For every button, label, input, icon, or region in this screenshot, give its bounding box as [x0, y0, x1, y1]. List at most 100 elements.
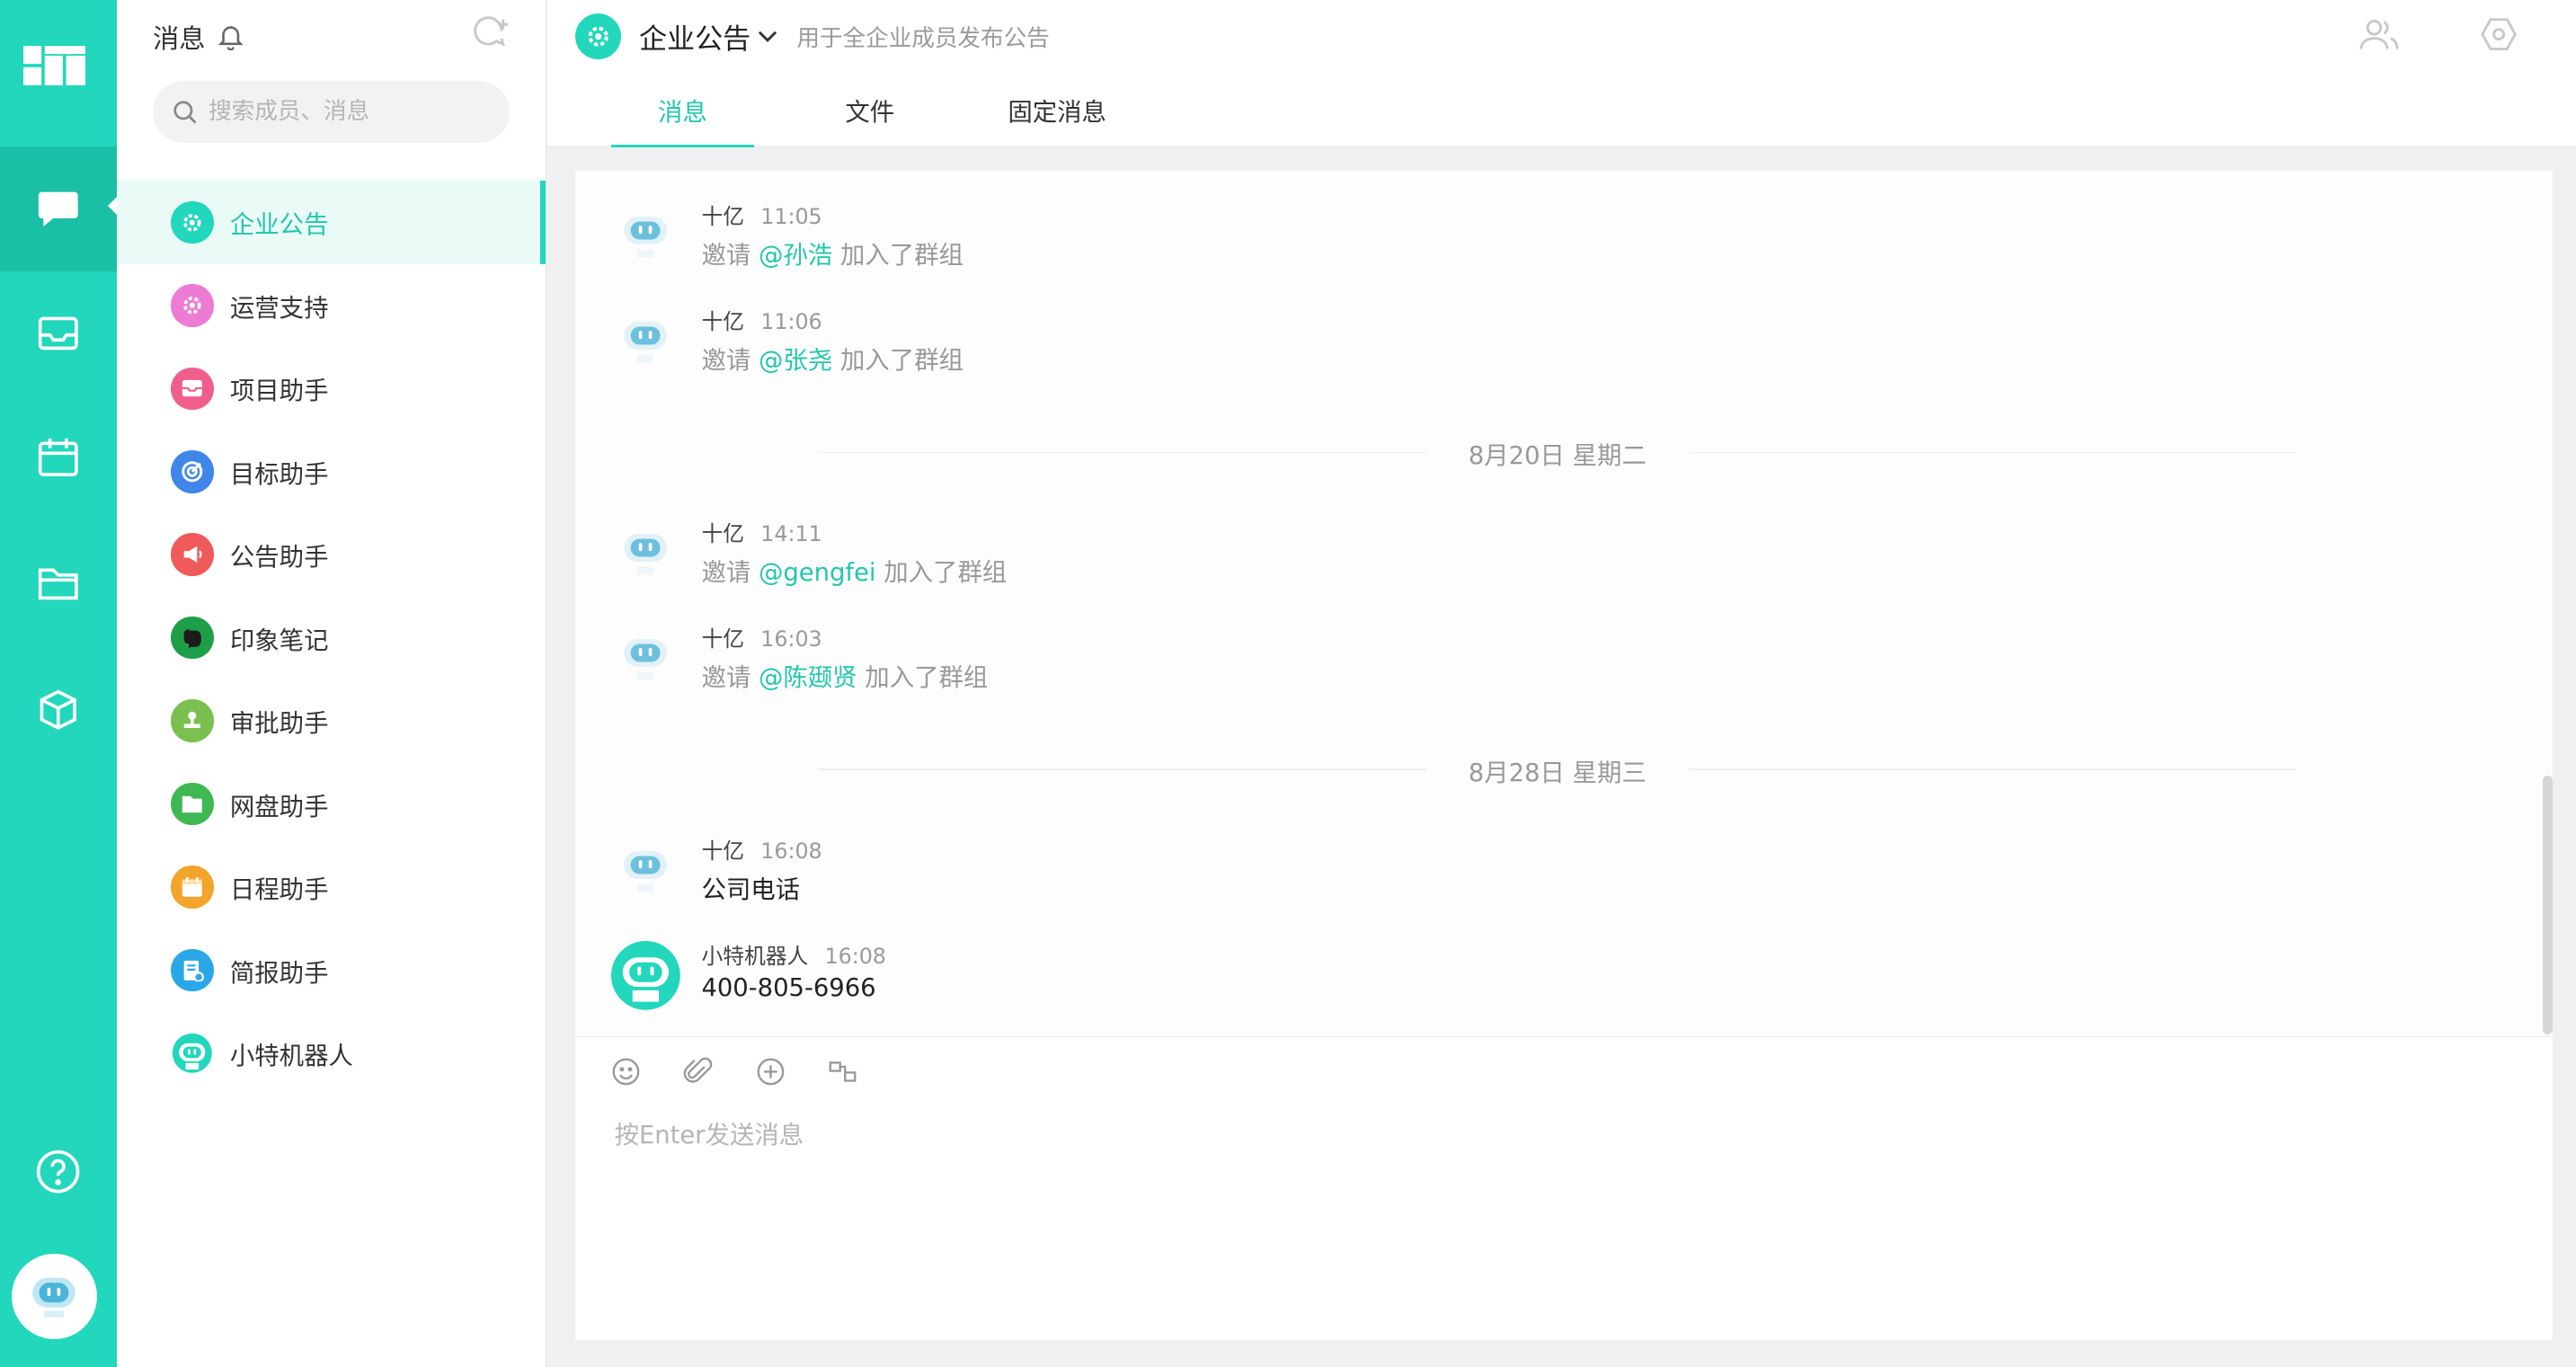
screenshot-icon[interactable] — [828, 1057, 857, 1087]
app-logo-icon[interactable] — [22, 46, 86, 95]
tab-files[interactable]: 文件 — [798, 75, 941, 147]
message-suffix: 加入了群组 — [832, 242, 964, 271]
message-time: 16:08 — [824, 943, 886, 969]
message-input[interactable] — [610, 1111, 2508, 1316]
search-icon — [173, 100, 197, 124]
channel-label: 日程助手 — [229, 876, 329, 905]
date-divider: 8月20日 星期二 — [818, 435, 2297, 471]
settings-icon[interactable] — [2481, 16, 2518, 52]
members-icon[interactable] — [2359, 16, 2399, 52]
inbox-icon — [171, 367, 214, 411]
list-title: 消息 — [152, 23, 206, 55]
composer-toolbar — [611, 1057, 857, 1087]
rail-messages[interactable] — [0, 146, 117, 271]
sender-avatar[interactable] — [611, 836, 680, 905]
message-body: 邀请 @陈颋贤 加入了群组 — [701, 657, 988, 693]
message-meta: 十亿 11:05 — [701, 199, 822, 230]
sender-name[interactable]: 十亿 — [701, 521, 744, 546]
message-prefix: 邀请 — [701, 559, 759, 588]
message-time: 11:05 — [760, 204, 822, 230]
sender-name[interactable]: 十亿 — [701, 204, 744, 229]
search-input[interactable] — [205, 96, 492, 128]
sender-name[interactable]: 十亿 — [701, 839, 744, 864]
sender-name[interactable]: 小特机器人 — [701, 944, 808, 969]
robot-icon — [171, 1032, 214, 1075]
channel-item[interactable]: 企业公告 — [116, 181, 546, 264]
channel-item[interactable]: 审批助手 — [117, 679, 546, 762]
mention-link[interactable]: @张尧 — [759, 347, 832, 375]
channel-item[interactable]: 印象笔记 — [117, 596, 546, 679]
date-divider-label: 8月20日 星期二 — [1468, 442, 1647, 471]
inbox-icon — [38, 316, 78, 351]
message-body: 公司电话 — [701, 875, 801, 904]
bell-icon[interactable] — [218, 23, 244, 50]
rail-apps[interactable] — [0, 647, 117, 772]
message-time: 11:06 — [760, 309, 822, 335]
app-rail — [0, 0, 117, 1367]
rail-help[interactable] — [0, 1109, 117, 1234]
sender-name[interactable]: 十亿 — [701, 309, 744, 334]
tab-pinned[interactable]: 固定消息 — [986, 75, 1129, 147]
stamp-icon — [171, 699, 214, 742]
channel-item[interactable]: 项目助手 — [117, 347, 546, 430]
folder-icon — [171, 782, 214, 826]
add-icon[interactable] — [756, 1057, 786, 1087]
channel-label: 运营支持 — [229, 294, 329, 323]
message-prefix: 邀请 — [701, 242, 759, 271]
mention-link[interactable]: @gengfei — [759, 559, 876, 587]
message-suffix: 加入了群组 — [875, 559, 1008, 588]
list-header: 消息 — [153, 18, 244, 56]
sender-avatar[interactable] — [611, 202, 680, 271]
new-chat-button[interactable] — [472, 16, 511, 58]
message-suffix: 加入了群组 — [832, 347, 964, 376]
new-chat-icon — [473, 16, 508, 47]
mention-link[interactable]: @孙浩 — [759, 242, 832, 270]
channel-description: 用于全企业成员发布公告 — [796, 24, 1050, 52]
chat-panel: 企业公告 用于全企业成员发布公告 消息 文件 固定消息 十亿 11:05 邀请 @孙… — [546, 0, 2576, 1367]
tab-messages[interactable]: 消息 — [610, 75, 754, 148]
message-body: 邀请 @张尧 加入了群组 — [701, 340, 964, 376]
message-body: 400-805-6966 — [701, 973, 876, 1002]
rail-files[interactable] — [0, 520, 117, 645]
channel-label: 印象笔记 — [229, 626, 329, 655]
message-meta: 小特机器人 16:08 — [701, 938, 885, 970]
report-icon — [171, 948, 214, 992]
message-scrollbar[interactable] — [2543, 775, 2554, 1035]
mention-link[interactable]: @陈颋贤 — [759, 664, 857, 692]
message-body: 邀请 @gengfei 加入了群组 — [701, 552, 1007, 588]
channel-item[interactable]: 运营支持 — [117, 264, 546, 347]
channel-item[interactable]: 日程助手 — [117, 846, 546, 928]
rail-calendar[interactable] — [0, 395, 117, 520]
message-list: 十亿 11:05 邀请 @孙浩 加入了群组 十亿 11:06 邀请 @张尧 加入了群组 8月… — [574, 171, 2554, 1037]
chat-pane: 十亿 11:05 邀请 @孙浩 加入了群组 十亿 11:06 邀请 @张尧 加入了群组 8月… — [574, 171, 2554, 1341]
chevron-down-icon[interactable] — [758, 30, 777, 43]
channel-name: 企业公告 — [638, 22, 751, 56]
emoji-icon[interactable] — [611, 1057, 641, 1087]
target-icon — [171, 449, 214, 493]
sender-name[interactable]: 十亿 — [701, 626, 744, 652]
rail-inbox[interactable] — [0, 271, 117, 396]
message-suffix: 加入了群组 — [857, 664, 989, 693]
message-prefix: 邀请 — [701, 664, 759, 693]
channel-title[interactable]: 企业公告 用于全企业成员发布公告 — [574, 13, 1050, 59]
message-time: 14:11 — [760, 520, 822, 546]
chat-tabs: 消息 文件 固定消息 — [610, 75, 1129, 148]
message-meta: 十亿 16:03 — [701, 621, 822, 652]
sender-avatar[interactable] — [611, 519, 680, 589]
robot-avatar-icon[interactable] — [610, 941, 680, 1011]
attachment-icon[interactable] — [683, 1057, 713, 1087]
search-box[interactable] — [152, 80, 510, 143]
date-divider: 8月28日 星期三 — [818, 752, 2297, 787]
sender-avatar[interactable] — [611, 307, 680, 377]
megaphone-icon — [171, 533, 214, 576]
message-prefix: 邀请 — [701, 347, 759, 376]
message-time: 16:03 — [760, 626, 822, 652]
channel-item[interactable]: 公告助手 — [117, 513, 546, 596]
channel-item[interactable]: 目标助手 — [117, 431, 546, 513]
sender-avatar[interactable] — [611, 625, 680, 694]
channel-item[interactable]: 网盘助手 — [117, 762, 546, 845]
channel-label: 网盘助手 — [229, 793, 329, 821]
channel-item[interactable]: 简报助手 — [117, 928, 546, 1011]
channel-item[interactable]: 小特机器人 — [117, 1012, 546, 1095]
user-avatar[interactable] — [11, 1253, 97, 1339]
